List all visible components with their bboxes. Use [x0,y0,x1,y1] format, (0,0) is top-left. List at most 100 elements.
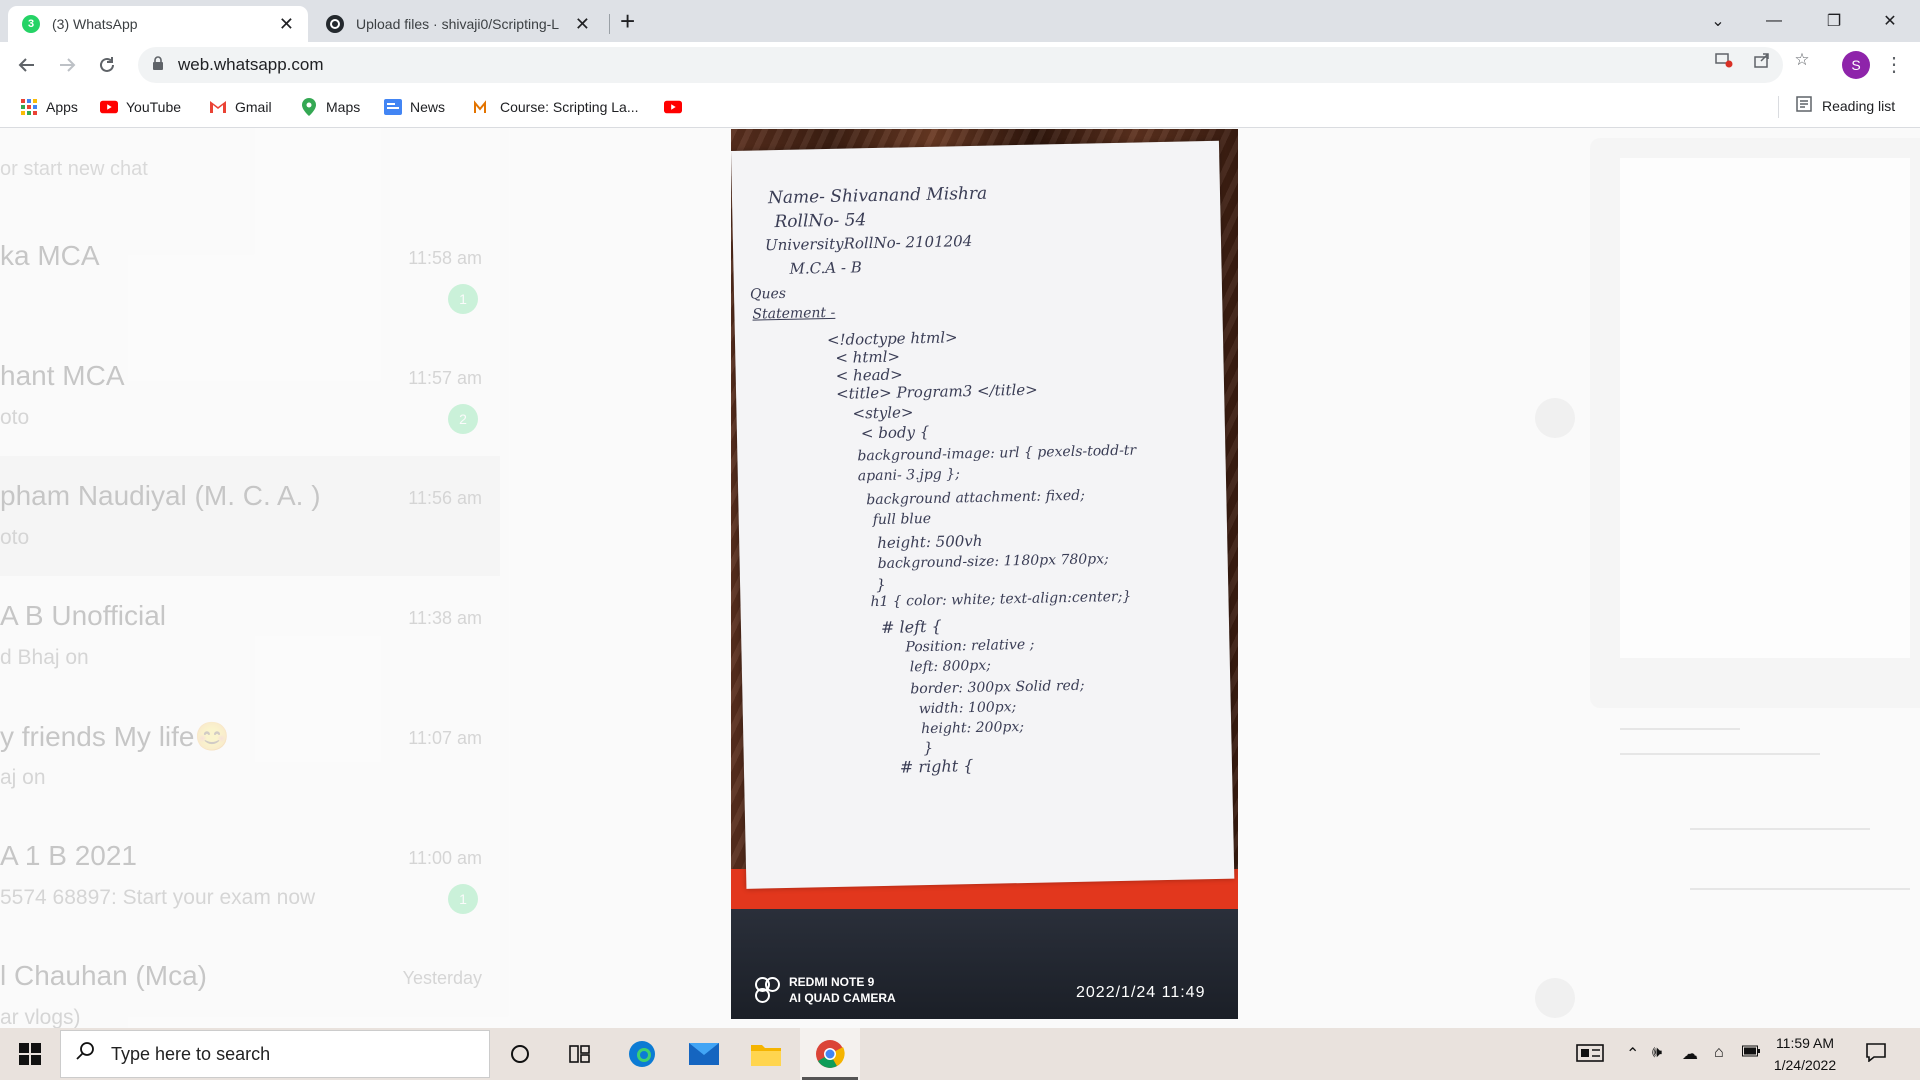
edge-taskbar-button[interactable] [612,1028,672,1080]
handwritten-line: < body { [860,422,930,443]
maps-icon [300,98,318,116]
new-tab-button[interactable]: + [620,8,635,34]
bookmark-label: Course: Scripting La... [500,99,639,115]
handwritten-line: Position: relative ; [905,636,1035,656]
reading-list-button[interactable]: Reading list [1796,96,1895,115]
bookmark-label: Maps [326,99,361,115]
forward-arrow-icon [60,58,76,72]
bookmark-gmail[interactable]: Gmail [209,98,272,116]
bookmark-youtube[interactable]: YouTube [100,98,181,116]
tab-title: Upload files · shivaji0/Scripting-L [356,16,560,32]
chat-item[interactable]: l Chauhan (Mca) Yesterday ar vlogs) [0,936,500,1028]
bookmark-label: YouTube [126,99,182,115]
chat-item[interactable]: hant MCA 11:57 am oto 2 [0,336,500,456]
media-viewer-photo[interactable]: Name- Shivanand Mishra RollNo- 54 Univer… [731,129,1238,1019]
folder-icon [751,1045,781,1066]
onedrive-cloud-icon[interactable]: ☁ [1682,1044,1698,1064]
handwritten-line: h1 { color: white; text-align:center;} [870,588,1132,611]
unread-badge: 1 [448,284,478,314]
chrome-taskbar-button[interactable] [800,1028,860,1080]
chat-item[interactable]: A 1 B 2021 11:00 am 5574 68897: Start yo… [0,816,500,936]
mail-taskbar-button[interactable] [674,1028,734,1080]
handwritten-line: Ques [749,285,787,303]
tab-title: (3) WhatsApp [52,16,138,32]
notifications-icon[interactable] [1866,1042,1886,1068]
handwritten-line: UniversityRollNo- 2101204 [764,231,973,255]
share-icon[interactable] [1752,50,1772,70]
battery-icon[interactable] [1742,1044,1760,1062]
chat-name: y friends My life😊 [0,721,230,752]
windows-taskbar: Type here to search ⌃ 🕪 ☁ ⌂ 11:59 AM 1/2… [0,1028,1920,1080]
handwritten-line: } [923,738,934,758]
forward-icon [1535,978,1575,1018]
chat-item-selected[interactable]: pham Naudiyal (M. C. A. ) 11:56 am oto [0,456,500,576]
tab-search-dropdown-icon[interactable]: ⌄ [1690,0,1746,42]
news-icon [384,98,402,116]
camera-model: REDMI NOTE 9 [789,975,875,989]
tab-close-icon[interactable]: ✕ [279,14,294,35]
url-text: web.whatsapp.com [178,55,324,74]
bookmark-star-icon[interactable]: ☆ [1792,50,1812,70]
background-image-preview [1620,158,1910,658]
keyboard-layout-icon[interactable] [1576,1044,1604,1067]
bookmark-label: Gmail [235,99,272,115]
show-hidden-icons-chevron-icon[interactable]: ⌃ [1626,1044,1639,1064]
clock-date: 1/24/2022 [1773,1057,1837,1073]
tab-whatsapp[interactable]: 3 (3) WhatsApp ✕ [8,6,308,42]
chat-item[interactable]: ka MCA 11:58 am 1 [0,216,500,336]
tab-close-icon[interactable]: ✕ [575,14,590,35]
network-icon[interactable]: ⌂ [1714,1044,1724,1062]
cortana-button[interactable] [490,1028,550,1080]
unread-badge: 2 [448,404,478,434]
browser-tab-strip: 3 (3) WhatsApp ✕ Upload files · shivaji0… [0,0,1920,42]
bookmark-youtube-2[interactable] [664,98,690,116]
bookmark-apps[interactable]: Apps [20,98,78,116]
handwritten-line: M.C.A - B [789,258,862,278]
forward-button[interactable] [52,50,82,80]
taskbar-search-box[interactable]: Type here to search [60,1030,490,1078]
whatsapp-web-page: or start new chat ka MCA 11:58 am 1 hant… [0,128,1920,1028]
handwritten-line: width: 100px; [918,699,1017,718]
chat-name: l Chauhan (Mca) [0,960,207,991]
start-button[interactable] [0,1028,60,1080]
profile-avatar[interactable]: S [1842,51,1870,79]
handwritten-line: height: 500vh [877,531,983,553]
forward-icon [1535,398,1575,438]
volume-icon[interactable]: 🕪 [1652,1044,1662,1062]
chrome-menu-icon[interactable]: ⋮ [1884,52,1904,77]
handwritten-line: height: 200px; [920,718,1025,738]
chat-time: 11:58 am [408,248,482,268]
close-window-button[interactable]: ✕ [1862,0,1918,42]
apps-grid-icon [20,98,38,116]
chat-item[interactable]: y friends My life😊 11:07 am aj on [0,696,500,816]
chat-preview: oto [0,406,30,429]
system-clock[interactable]: 11:59 AM 1/24/2022 [1760,1032,1850,1076]
back-arrow-icon [18,58,34,72]
bookmark-maps[interactable]: Maps [300,98,360,116]
handwritten-line: background-image: url { pexels-todd-tr [857,442,1137,465]
youtube-icon [100,98,118,116]
file-explorer-taskbar-button[interactable] [736,1028,796,1080]
handwritten-line: border: 300px Solid red; [910,677,1085,698]
bookmark-course[interactable]: Course: Scripting La... [474,98,639,116]
minimize-button[interactable]: — [1746,0,1802,42]
bookmarks-divider [1778,96,1779,118]
handwritten-line: < html> [835,347,901,367]
tab-github-upload[interactable]: Upload files · shivaji0/Scripting-L ✕ [312,6,604,42]
task-view-button[interactable] [550,1028,610,1080]
chat-item[interactable]: A B Unofficial 11:38 am d Bhaj on [0,576,500,696]
background-text-line [1690,888,1910,890]
handwritten-line: # left { [880,616,942,637]
address-bar[interactable]: web.whatsapp.com [138,47,1783,83]
reload-button[interactable] [92,50,122,80]
bookmark-news[interactable]: News [384,98,445,116]
camera-tagline: AI QUAD CAMERA [789,991,896,1005]
lock-icon[interactable] [152,55,164,75]
handwritten-line: background attachment: fixed; [866,487,1085,509]
course-icon [474,98,492,116]
blocked-popup-icon[interactable] [1714,50,1734,70]
youtube-icon [664,98,682,116]
chat-name: A B Unofficial [0,600,167,631]
back-button[interactable] [12,50,42,80]
restore-button[interactable]: ❐ [1806,0,1862,42]
